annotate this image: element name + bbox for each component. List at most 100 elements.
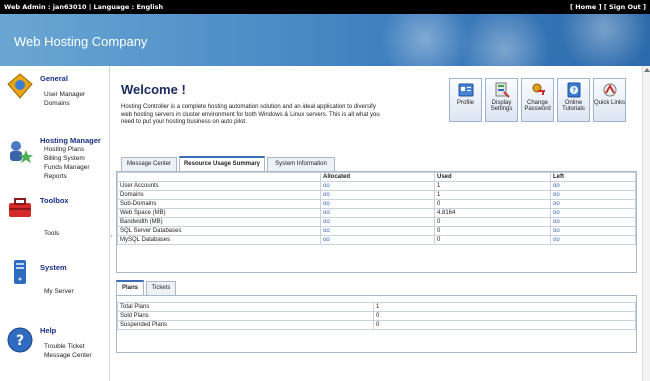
tab-message-center[interactable]: Message Center <box>121 157 177 171</box>
table-row: Domains oo 1 oo <box>117 190 636 200</box>
svg-text:?: ? <box>16 333 24 349</box>
system-heading[interactable]: System <box>40 263 67 272</box>
allocated-value: oo <box>320 208 435 218</box>
table-row: Suspended Plans 0 <box>117 320 636 330</box>
display-settings-icon <box>495 82 510 98</box>
used-value: 4.8164 <box>434 208 551 218</box>
plans-row-value: 0 <box>373 320 636 330</box>
quick-links-label: Quick Links <box>594 100 626 106</box>
allocated-value: oo <box>320 181 435 191</box>
header-used: Used <box>434 172 551 182</box>
table-row: Sold Plans 0 <box>117 311 636 321</box>
used-value: 0 <box>434 217 551 227</box>
display-settings-button[interactable]: Display Settings <box>485 78 518 122</box>
sidebar-item-reports[interactable]: Reports <box>44 173 67 180</box>
quick-links-button[interactable]: Quick Links <box>593 78 626 122</box>
company-title: Web Hosting Company <box>14 34 148 49</box>
allocated-value: oo <box>320 235 435 245</box>
tab-system-information[interactable]: System Information <box>267 157 335 171</box>
row-label: Bandwidth (MB) <box>117 217 321 227</box>
sidebar-item-message-center[interactable]: Message Center <box>44 352 92 359</box>
main-content: Welcome ! Hosting Controller is a comple… <box>113 70 638 381</box>
home-signout-links[interactable]: [ Home ] [ Sign Out ] <box>570 0 646 14</box>
allocated-value: oo <box>320 190 435 200</box>
tab-tickets[interactable]: Tickets <box>146 281 176 295</box>
system-icon <box>14 260 26 284</box>
hosting-manager-icon <box>10 141 33 163</box>
sidebar-item-trouble-ticket[interactable]: Trouble Ticket <box>44 343 85 350</box>
online-tutorials-icon: ? <box>567 82 580 98</box>
used-value: 0 <box>434 199 551 209</box>
sidebar-item-tools[interactable]: Tools <box>44 230 59 237</box>
toolbox-heading[interactable]: Toolbox <box>40 196 69 205</box>
left-value: oo <box>550 217 636 227</box>
online-tutorials-button[interactable]: ? Online Tutorials <box>557 78 590 122</box>
row-label: SQL Server Databases <box>117 226 321 236</box>
sidebar-item-domains[interactable]: Domains <box>44 100 70 107</box>
sidebar-item-user-manager[interactable]: User Manager <box>44 91 85 98</box>
table-row: MySQL Databases oo 0 oo <box>117 235 636 245</box>
left-value: oo <box>550 199 636 209</box>
plans-table: Total Plans 1 Sold Plans 0 Suspended Pla… <box>117 302 636 330</box>
header-banner: Web Hosting Company <box>0 14 650 66</box>
change-password-icon <box>532 83 545 95</box>
left-value: oo <box>550 190 636 200</box>
table-row: Web Space (MB) oo 4.8164 oo <box>117 208 636 218</box>
sidebar-item-hosting-plans[interactable]: Hosting Plans <box>44 146 84 153</box>
top-bar: Web Admin : jan63010 | Language : Englis… <box>0 0 650 14</box>
toolbox-icon <box>9 198 31 217</box>
left-value: oo <box>550 226 636 236</box>
admin-language-info: Web Admin : jan63010 | Language : Englis… <box>4 3 164 11</box>
online-tutorials-label: Online Tutorials <box>562 100 585 112</box>
help-heading[interactable]: Help <box>40 326 56 335</box>
row-label: Domains <box>117 190 321 200</box>
plans-row-value: 1 <box>373 302 636 312</box>
sidebar: General User Manager Domains Hosting Man… <box>0 66 110 381</box>
change-password-label: Change Password <box>524 100 551 112</box>
allocated-value: oo <box>320 199 435 209</box>
row-label: User Accounts <box>117 181 321 191</box>
profile-icon <box>458 83 473 97</box>
resource-usage-table: Allocated Used Left User Accounts oo 1 o… <box>117 172 636 245</box>
plans-row-label: Sold Plans <box>117 311 374 321</box>
general-heading[interactable]: General <box>40 74 68 83</box>
page-title: Welcome ! <box>121 82 186 97</box>
used-value: 0 <box>434 226 551 236</box>
quick-links-icon <box>603 83 616 97</box>
profile-label: Profile <box>456 100 474 106</box>
resource-usage-panel: Allocated Used Left User Accounts oo 1 o… <box>116 171 637 273</box>
profile-button[interactable]: Profile <box>449 78 482 122</box>
hosting-manager-heading[interactable]: Hosting Manager <box>40 136 101 145</box>
vertical-scrollbar[interactable] <box>642 66 650 381</box>
general-icon <box>7 73 33 99</box>
used-value: 0 <box>434 235 551 245</box>
display-settings-label: Display Settings <box>490 100 513 112</box>
sidebar-item-funds-manager[interactable]: Funds Manager <box>44 164 90 171</box>
tab-resource-usage-summary[interactable]: Resource Usage Summary <box>179 156 265 171</box>
row-label: Sub-Domains <box>117 199 321 209</box>
table-row: SQL Server Databases oo 0 oo <box>117 226 636 236</box>
help-icon: ? <box>7 327 33 353</box>
sidebar-item-my-server[interactable]: My Server <box>44 288 74 295</box>
tab-plans[interactable]: Plans <box>116 280 144 295</box>
plans-row-label: Suspended Plans <box>117 320 374 330</box>
svg-text:?: ? <box>571 87 575 95</box>
plans-row-label: Total Plans <box>117 302 374 312</box>
plans-row-value: 0 <box>373 311 636 321</box>
intro-text: Hosting Controller is a complete hosting… <box>121 104 380 125</box>
table-row: User Accounts oo 1 oo <box>117 181 636 191</box>
used-value: 1 <box>434 190 551 200</box>
sidebar-item-billing-system[interactable]: Billing System <box>44 155 85 162</box>
change-password-button[interactable]: Change Password <box>521 78 554 122</box>
table-row: Sub-Domains oo 0 oo <box>117 199 636 209</box>
table-row: Bandwidth (MB) oo 0 oo <box>117 217 636 227</box>
allocated-value: oo <box>320 226 435 236</box>
scroll-up-arrow-icon[interactable] <box>644 68 650 72</box>
left-value: oo <box>550 235 636 245</box>
header-allocated: Allocated <box>320 172 435 182</box>
plans-panel: Total Plans 1 Sold Plans 0 Suspended Pla… <box>116 295 637 353</box>
table-row: Total Plans 1 <box>117 302 636 312</box>
row-label: MySQL Databases <box>117 235 321 245</box>
row-label: Web Space (MB) <box>117 208 321 218</box>
left-value: oo <box>550 181 636 191</box>
